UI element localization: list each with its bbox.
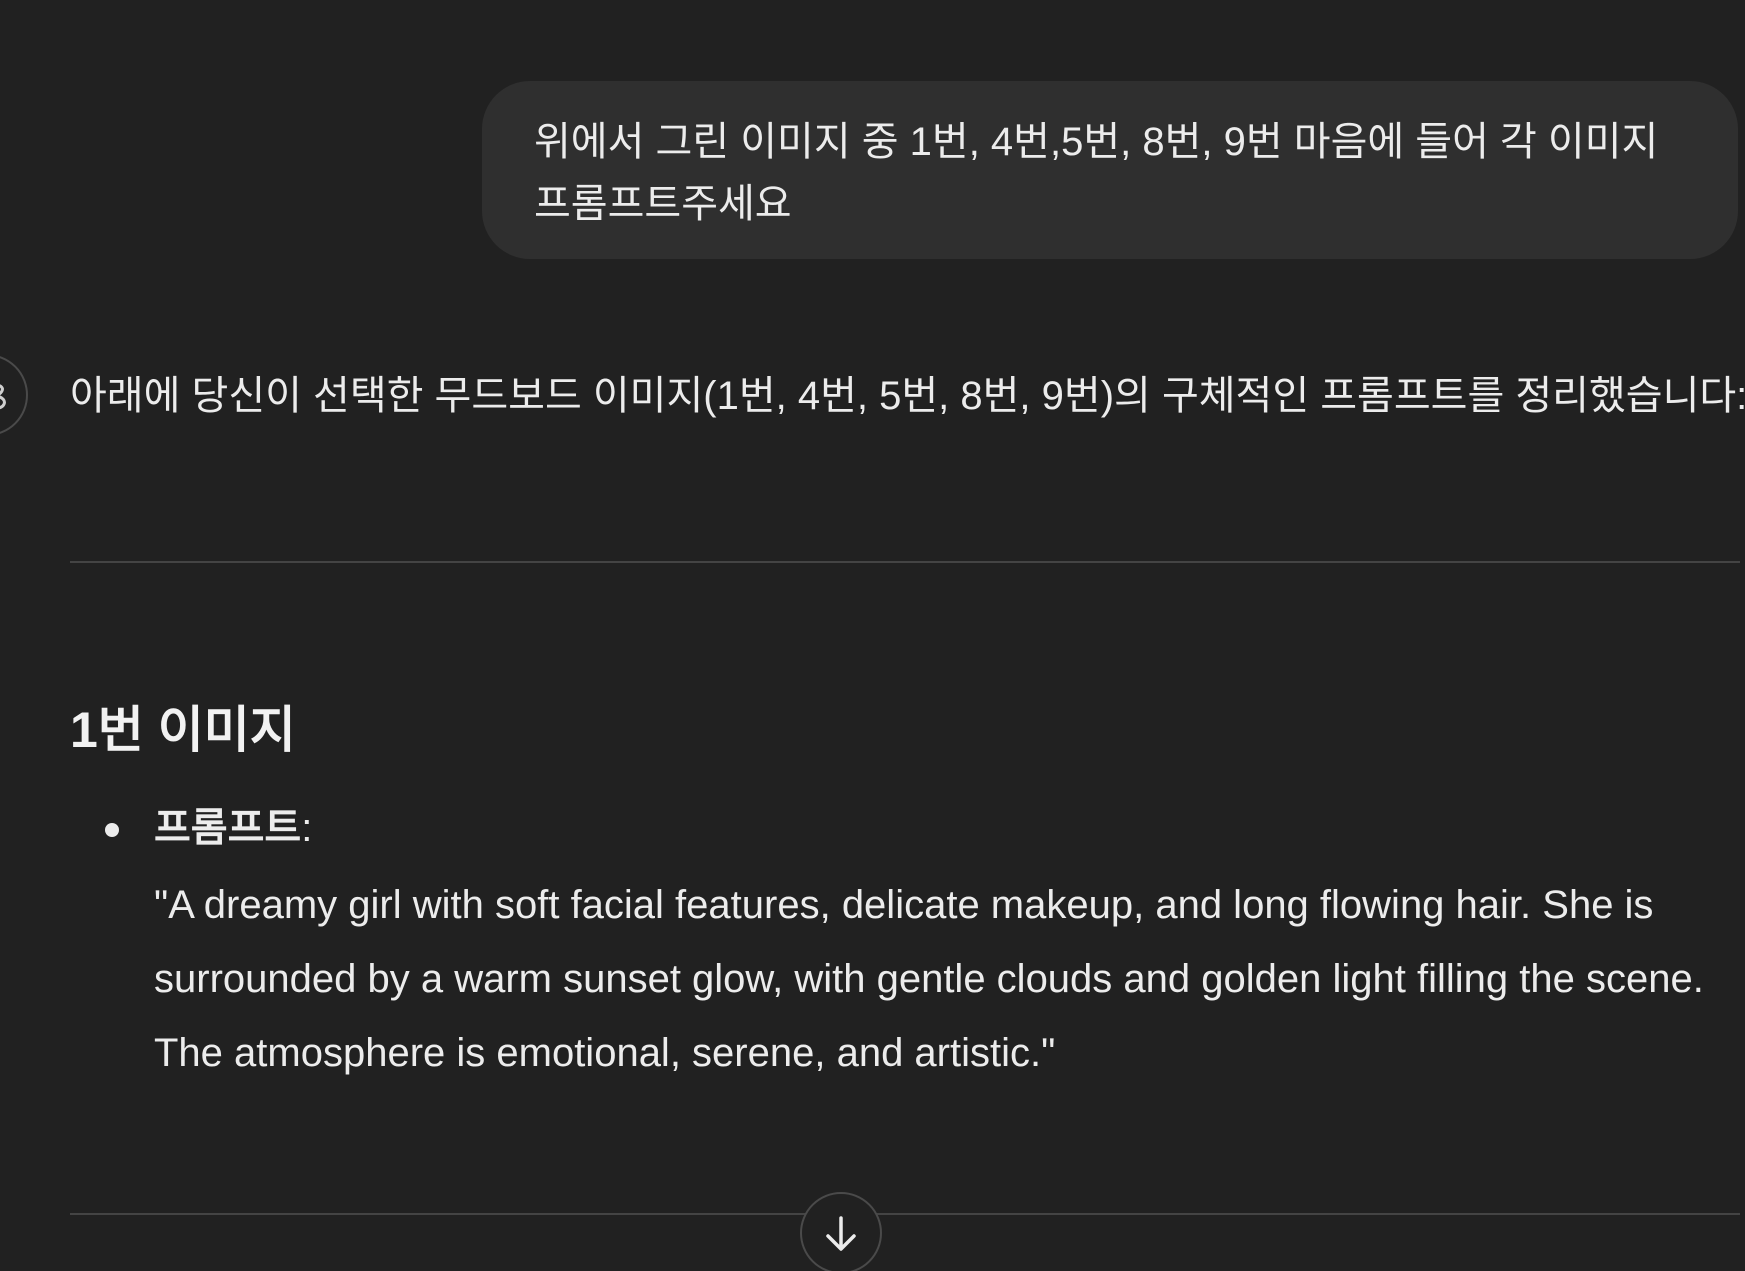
- assistant-intro-text: 아래에 당신이 선택한 무드보드 이미지(1번, 4번, 5번, 8번, 9번)…: [70, 374, 1745, 418]
- prompt-text: "A dreamy girl with soft facial features…: [154, 883, 1704, 1075]
- bullet-label-colon: :: [301, 806, 313, 850]
- section-heading: 1번 이미지: [70, 702, 296, 758]
- user-message-text: 위에서 그린 이미지 중 1번, 4번,5번, 8번, 9번 마음에 들어 각 …: [534, 120, 1659, 226]
- scroll-down-button[interactable]: [800, 1192, 882, 1271]
- section-divider: [70, 1213, 1740, 1215]
- bullet-label: 프롬프트:: [154, 800, 312, 856]
- chat-page: 위에서 그린 이미지 중 1번, 4번,5번, 8번, 9번 마음에 들어 각 …: [0, 0, 1745, 1271]
- bullet-label-strong: 프롬프트: [154, 806, 302, 850]
- arrow-down-icon: [826, 1216, 856, 1251]
- assistant-avatar: [0, 354, 28, 436]
- assistant-logo-icon: [0, 384, 6, 410]
- section-divider: [70, 561, 1740, 563]
- user-message-bubble: 위에서 그린 이미지 중 1번, 4번,5번, 8번, 9번 마음에 들어 각 …: [482, 81, 1738, 259]
- bullet-dot: [105, 823, 119, 837]
